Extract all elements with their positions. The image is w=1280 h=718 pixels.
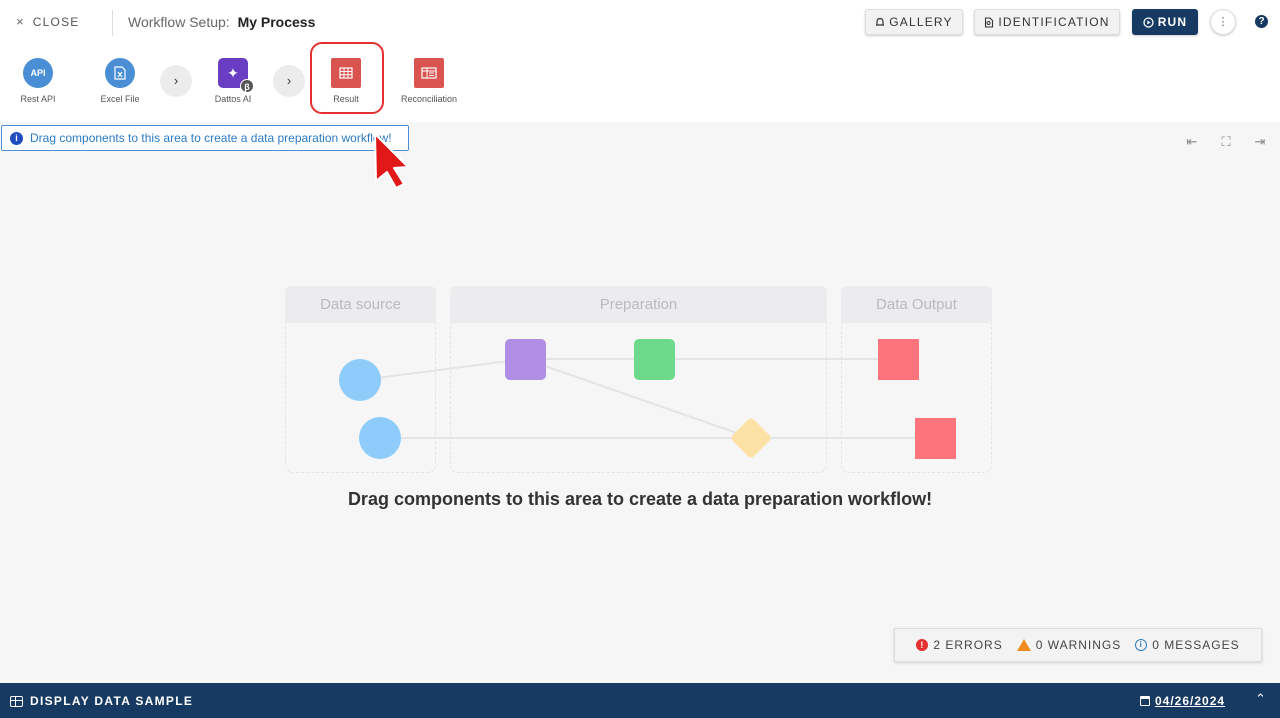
prep-node: [634, 339, 675, 380]
play-circle-icon: [1143, 16, 1154, 28]
expand-arrow-button[interactable]: ›: [273, 65, 305, 97]
pointer-cursor-icon: [374, 133, 409, 189]
warnings-count: 0 WARNINGS: [1035, 638, 1122, 652]
component-label: Rest API: [20, 94, 56, 104]
grid-icon: [10, 695, 23, 707]
source-node: [359, 417, 401, 459]
workflow-diagram: [339, 339, 956, 459]
output-node: [878, 339, 919, 380]
messages-count: 0 MESSAGES: [1152, 638, 1240, 652]
sparkle-glyph: ✦: [227, 64, 239, 81]
identification-label: IDENTIFICATION: [998, 15, 1110, 29]
error-icon: !: [916, 639, 929, 651]
messages-status[interactable]: i 0 MESSAGES: [1135, 638, 1239, 652]
component-reconciliation[interactable]: Reconciliation: [394, 58, 464, 104]
info-icon: i: [10, 131, 23, 145]
component-excel-file[interactable]: Excel File: [85, 58, 155, 104]
gallery-label: GALLERY: [889, 15, 953, 29]
close-button[interactable]: × CLOSE: [16, 14, 79, 29]
component-toolbar: API Rest API Excel File › ✦ β Dattos AI …: [0, 44, 1280, 122]
component-label: Reconciliation: [400, 94, 458, 104]
component-label: Excel File: [100, 94, 140, 104]
collapse-right-icon[interactable]: ⇥: [1252, 134, 1268, 150]
expand-arrow-button[interactable]: ›: [160, 65, 192, 97]
excel-file-icon: [105, 58, 135, 88]
display-data-sample-label: DISPLAY DATA SAMPLE: [30, 694, 194, 708]
document-search-icon: [985, 16, 994, 28]
run-label: RUN: [1157, 15, 1188, 29]
ai-node: [505, 339, 546, 380]
workflow-title: Workflow Setup: My Process: [128, 14, 315, 30]
fit-view-icon[interactable]: ⛶: [1218, 134, 1234, 150]
gallery-button[interactable]: GALLERY: [865, 9, 963, 35]
info-circle-icon: i: [1135, 639, 1148, 651]
api-icon: API: [23, 58, 53, 88]
join-node: [731, 418, 771, 458]
calendar-icon: [1140, 696, 1150, 706]
warning-icon: [1016, 639, 1031, 651]
chevron-up-icon[interactable]: ⌃: [1255, 691, 1266, 707]
workflow-prefix: Workflow Setup:: [128, 14, 230, 30]
info-banner: i Drag components to this area to create…: [1, 125, 409, 151]
component-dattos-ai[interactable]: ✦ β Dattos AI: [198, 58, 268, 104]
info-banner-text: Drag components to this area to create a…: [30, 131, 392, 145]
warnings-status[interactable]: 0 WARNINGS: [1016, 638, 1122, 652]
header: × CLOSE Workflow Setup: My Process GALLE…: [0, 0, 1280, 44]
validation-status-bar: ! 2 ERRORS 0 WARNINGS i 0 MESSAGES: [894, 628, 1262, 662]
date-value: 04/26/2024: [1155, 694, 1226, 708]
source-node: [339, 359, 381, 401]
footer-bar: DISPLAY DATA SAMPLE 04/26/2024 ⌃: [0, 683, 1280, 718]
sparkle-icon: ✦ β: [218, 58, 254, 93]
highlight-outline: [310, 42, 384, 114]
run-button[interactable]: RUN: [1132, 9, 1198, 35]
empty-state-illustration: Data source Preparation Data Output: [285, 286, 992, 476]
output-node: [915, 418, 956, 459]
help-icon[interactable]: ?: [1255, 15, 1268, 28]
more-options-icon[interactable]: ⋮: [1210, 9, 1236, 35]
workflow-name: My Process: [237, 14, 316, 30]
identification-button[interactable]: IDENTIFICATION: [974, 9, 1120, 35]
close-icon: ×: [16, 14, 25, 29]
empty-state-message: Drag components to this area to create a…: [347, 489, 933, 509]
bell-icon: [876, 17, 885, 26]
close-label: CLOSE: [32, 14, 80, 29]
errors-status[interactable]: ! 2 ERRORS: [916, 638, 1002, 652]
display-data-sample-button[interactable]: DISPLAY DATA SAMPLE: [10, 694, 193, 708]
component-label: Dattos AI: [214, 94, 252, 104]
collapse-left-icon[interactable]: ⇤: [1184, 134, 1200, 150]
date-picker[interactable]: 04/26/2024: [1140, 694, 1225, 708]
edge: [359, 358, 526, 381]
divider: [112, 10, 113, 36]
beta-badge: β: [240, 79, 254, 93]
errors-count: 2 ERRORS: [933, 638, 1003, 652]
component-rest-api[interactable]: API Rest API: [3, 58, 73, 104]
reconciliation-icon: [414, 58, 444, 88]
